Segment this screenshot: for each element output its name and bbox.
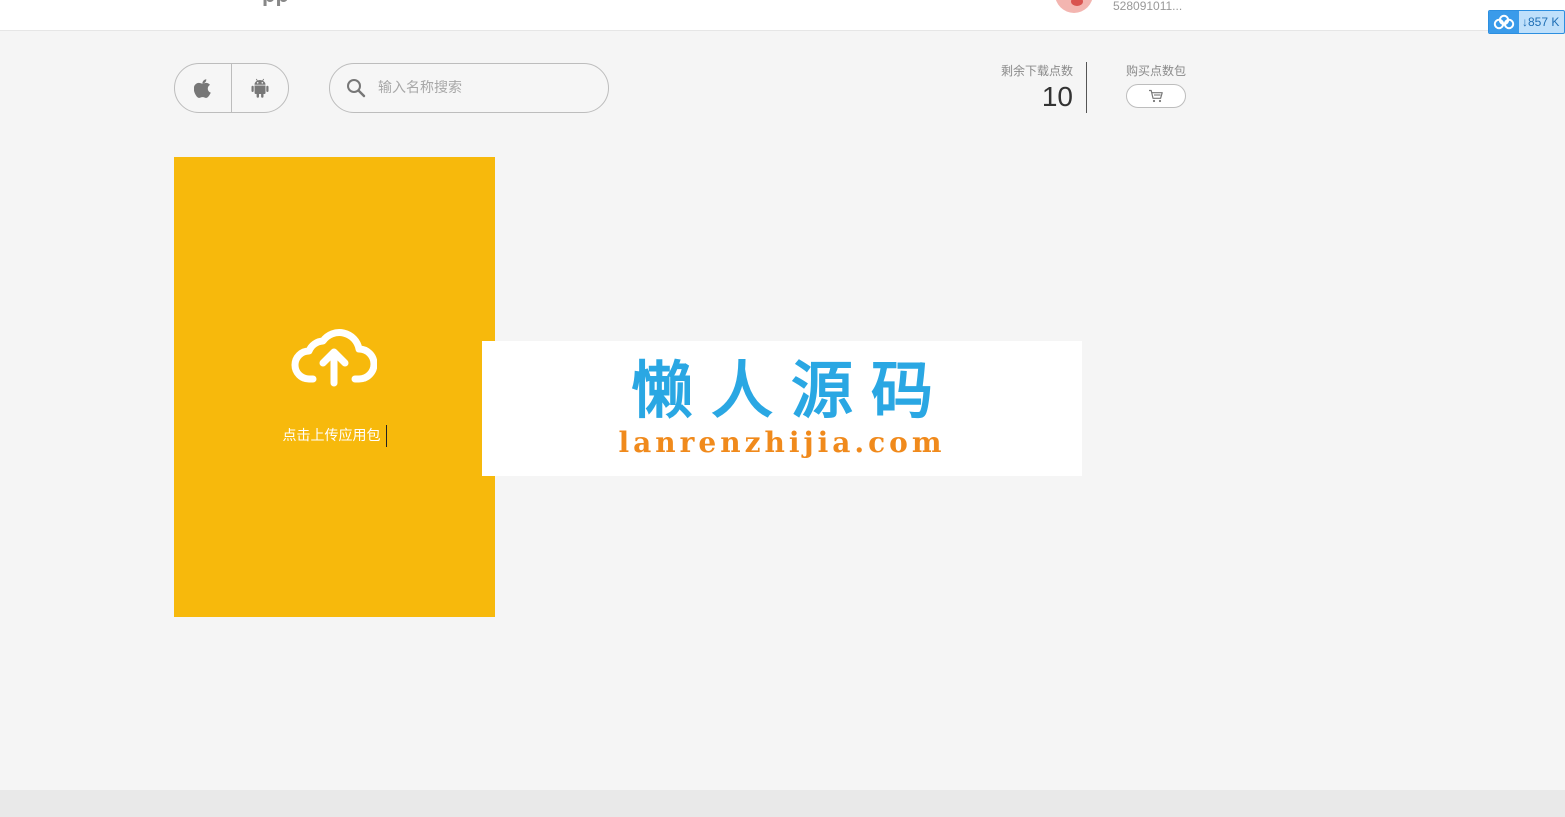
buy-points-label: 购买点数包 xyxy=(1125,64,1186,78)
remaining-points-value: 10 xyxy=(1041,81,1073,112)
download-extension-badge[interactable]: ↓857 K xyxy=(1488,10,1565,34)
cart-icon xyxy=(1149,89,1163,103)
site-logo[interactable]: pp xyxy=(262,0,289,6)
username[interactable]: 528091011... xyxy=(1113,0,1182,12)
buy-points-button[interactable] xyxy=(1126,84,1186,108)
search-box xyxy=(329,63,609,113)
footer xyxy=(0,790,1565,817)
upload-package-label: 点击上传应用包 xyxy=(174,425,495,447)
remaining-points-label: 剩余下载点数 xyxy=(1000,64,1073,78)
platform-toggle xyxy=(174,63,289,113)
platform-ios-button[interactable] xyxy=(175,64,231,112)
android-icon xyxy=(251,78,269,98)
search-icon xyxy=(346,78,366,98)
text-cursor xyxy=(385,425,387,447)
cloud-upload-icon xyxy=(291,329,377,387)
buy-points: 购买点数包 xyxy=(1118,62,1194,112)
watermark-url: lanrenzhijia.com xyxy=(618,426,946,459)
remaining-points: 剩余下载点数 10 xyxy=(995,62,1087,113)
platform-android-button[interactable] xyxy=(231,64,288,112)
avatar[interactable] xyxy=(1055,0,1093,13)
search-input[interactable] xyxy=(378,80,578,96)
extension-download-label: ↓857 K xyxy=(1522,15,1560,29)
watermark-banner: 懒人源码 lanrenzhijia.com xyxy=(482,341,1082,476)
upload-package-card[interactable]: 点击上传应用包 xyxy=(174,157,495,617)
top-header: pp 528091011... xyxy=(0,0,1565,31)
apple-icon xyxy=(194,79,211,98)
cloud-icon xyxy=(1489,11,1519,33)
watermark-title: 懒人源码 xyxy=(630,354,951,427)
